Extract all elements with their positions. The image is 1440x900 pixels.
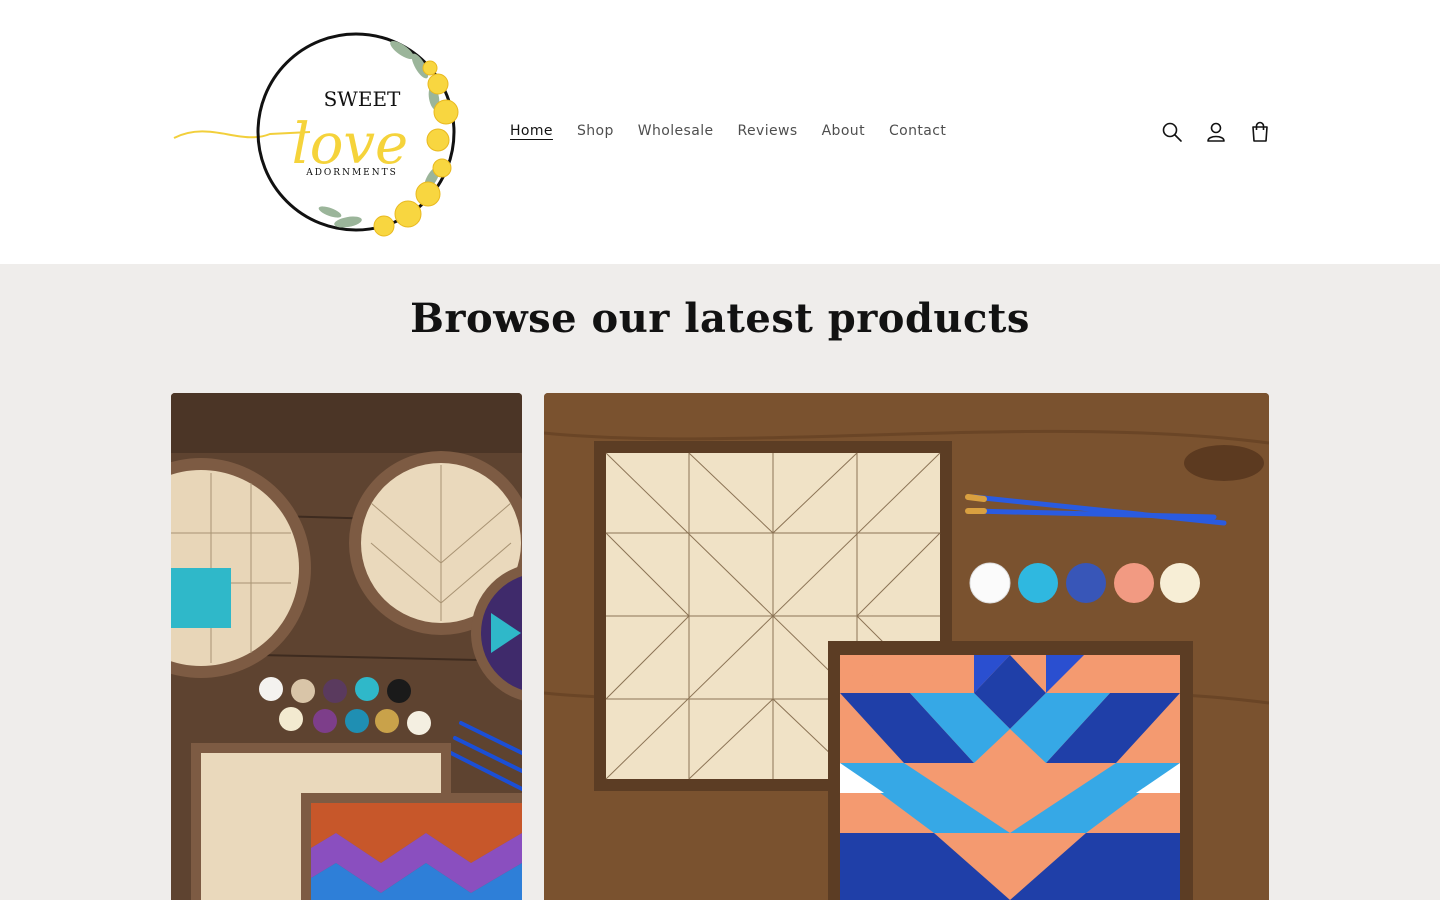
cart-icon (1252, 121, 1268, 142)
search-icon (1162, 122, 1182, 142)
main-nav: Home Shop Wholesale Reviews About Contac… (498, 119, 958, 143)
nav-shop[interactable]: Shop (565, 119, 626, 143)
account-button[interactable] (1194, 110, 1238, 154)
header-icons (1150, 110, 1282, 154)
nav-contact[interactable]: Contact (877, 119, 958, 143)
product-image-star-barn-quilt (544, 393, 1269, 900)
section-title: Browse our latest products (410, 295, 1030, 342)
nav-wholesale[interactable]: Wholesale (626, 119, 726, 143)
nav-home[interactable]: Home (498, 119, 565, 143)
logo-graphic: SWEET love ADORNMENTS (173, 32, 459, 237)
product-image-barn-quilt-kits (171, 393, 522, 900)
logo-text-adornments: ADORNMENTS (305, 168, 398, 178)
nav-reviews[interactable]: Reviews (726, 119, 810, 143)
logo-text-sweet: SWEET (324, 87, 401, 111)
account-icon (1207, 122, 1225, 142)
search-button[interactable] (1150, 110, 1194, 154)
cart-button[interactable] (1238, 110, 1282, 154)
nav-about[interactable]: About (810, 119, 877, 143)
site-header: SWEET love ADORNMENTS Home Shop Wholesal… (0, 0, 1440, 264)
product-card[interactable] (171, 393, 522, 900)
product-card[interactable] (544, 393, 1269, 900)
latest-products-section: Browse our latest products (0, 264, 1440, 900)
brand-logo[interactable]: SWEET love ADORNMENTS (170, 28, 472, 238)
